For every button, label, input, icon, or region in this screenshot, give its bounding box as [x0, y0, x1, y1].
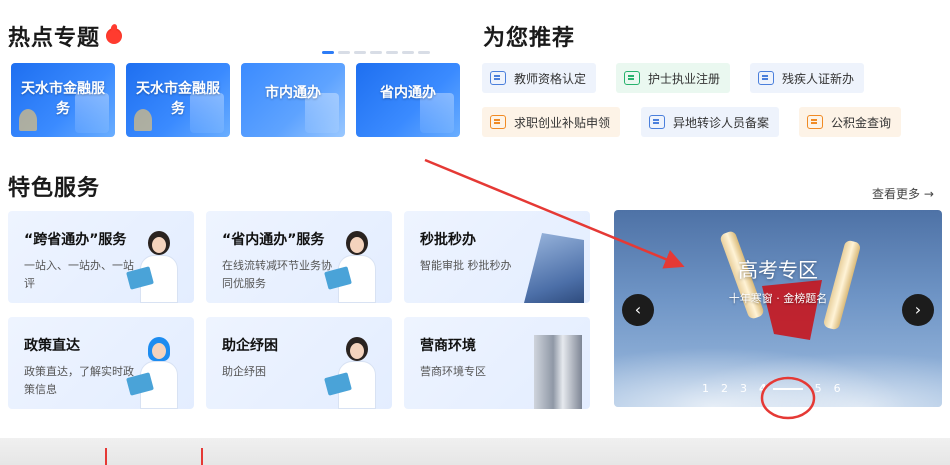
service-card-title: 营商环境: [420, 338, 476, 354]
flame-icon: [106, 28, 123, 44]
service-card-enterprise-relief[interactable]: 助企纾困 助企纾困: [206, 317, 392, 409]
banner-subtitle: 十年寒窗 · 金榜题名: [728, 292, 828, 305]
recommend-item-label: 护士执业注册: [648, 71, 721, 86]
recommend-item-label: 异地转诊人员备案: [673, 115, 770, 130]
person-illustration-icon: [324, 331, 382, 409]
hot-topic-card-label: 天水市金融服务: [21, 81, 105, 117]
pagination-dot[interactable]: [354, 51, 366, 54]
recommend-title: 为您推荐: [483, 26, 576, 51]
carousel-page[interactable]: 2: [721, 382, 728, 395]
gaokao-banner-carousel[interactable]: 高考专区 十年寒窗 · 金榜题名 ‹ › 1 2 3 4 5 6: [614, 210, 942, 407]
recommend-item-job-subsidy[interactable]: 求职创业补贴申领: [482, 107, 621, 137]
person-illustration-icon: [324, 225, 382, 303]
carousel-page-current[interactable]: 4: [759, 382, 767, 395]
card-icon: [807, 115, 823, 129]
service-card-cross-province[interactable]: “跨省通办”服务 一站入、一站办、一站评: [8, 211, 194, 303]
hot-topic-card[interactable]: 省内通办: [356, 63, 460, 137]
recommend-item-label: 求职创业补贴申领: [514, 115, 611, 130]
view-more-link[interactable]: 查看更多 →: [872, 185, 934, 202]
hot-topic-card-label: 省内通办: [380, 85, 436, 101]
recommend-item-label: 残疾人证新办: [782, 71, 855, 86]
hot-topics-title: 热点专题: [8, 20, 123, 52]
service-card-desc: 智能审批 秒批秒办: [420, 259, 512, 272]
carousel-pager[interactable]: 1 2 3 4 5 6: [702, 382, 841, 395]
recommend-item-fund-query[interactable]: 公积金查询: [799, 107, 902, 137]
house-icon: [624, 71, 640, 85]
recommend-item-nurse-registration[interactable]: 护士执业注册: [616, 63, 731, 93]
recommend-item-label: 公积金查询: [831, 115, 892, 130]
hot-topic-card[interactable]: 天水市金融服务: [126, 63, 230, 137]
hot-topic-card-label: 市内通办: [265, 85, 321, 101]
pagination-dot[interactable]: [402, 51, 414, 54]
service-card-title: “省内通办”服务: [222, 232, 325, 248]
hot-topic-card[interactable]: 市内通办: [241, 63, 345, 137]
service-card-title: 助企纾困: [222, 338, 278, 354]
recommend-item-disability-card[interactable]: 残疾人证新办: [750, 63, 865, 93]
cloud-illustration-icon: [614, 337, 942, 407]
carousel-page[interactable]: 1: [702, 382, 709, 395]
service-card-in-province[interactable]: “省内通办”服务 在线流转减环节业务协同优服务: [206, 211, 392, 303]
service-card-policy-direct[interactable]: 政策直达 政策直达，了解实时政策信息: [8, 317, 194, 409]
person-illustration-icon: [126, 225, 184, 303]
carousel-next-button[interactable]: ›: [902, 294, 934, 326]
carousel-current-indicator: [772, 387, 803, 390]
recommend-item-teacher-cert[interactable]: 教师资格认定: [482, 63, 597, 93]
briefcase-icon: [490, 115, 506, 129]
annotation-marker: [105, 448, 107, 465]
pagination-dot[interactable]: [386, 51, 398, 54]
carousel-prev-button[interactable]: ‹: [622, 294, 654, 326]
hot-topics-title-text: 热点专题: [8, 26, 101, 51]
service-card-desc: 营商环境专区: [420, 365, 486, 378]
document-icon: [649, 115, 665, 129]
service-card-business-environment[interactable]: 营商环境 营商环境专区: [404, 317, 590, 409]
recommend-item-label: 教师资格认定: [514, 71, 587, 86]
hot-topic-card[interactable]: 天水市金融服务: [11, 63, 115, 137]
carousel-page[interactable]: 6: [834, 382, 841, 395]
featured-services-title: 特色服务: [8, 176, 101, 201]
building-illustration-icon: [524, 233, 584, 303]
service-card-title: 秒批秒办: [420, 232, 476, 248]
service-card-desc: 在线流转减环节业务协同优服务: [222, 259, 332, 290]
recommend-item-referral-filing[interactable]: 异地转诊人员备案: [641, 107, 780, 137]
pagination-dot[interactable]: [322, 51, 334, 54]
carousel-page[interactable]: 3: [740, 382, 747, 395]
id-card-icon: [758, 71, 774, 85]
service-card-instant-approval[interactable]: 秒批秒办 智能审批 秒批秒办: [404, 211, 590, 303]
building-illustration-icon: [534, 335, 582, 409]
hot-topics-pagination[interactable]: [322, 51, 430, 54]
service-card-desc: 助企纾困: [222, 365, 266, 378]
service-card-desc: 一站入、一站办、一站评: [24, 259, 134, 290]
service-card-title: 政策直达: [24, 338, 80, 354]
certificate-icon: [490, 71, 506, 85]
service-card-title: “跨省通办”服务: [24, 232, 127, 248]
worker-illustration-icon: [126, 331, 184, 409]
bottom-nav-strip: [0, 438, 950, 465]
hot-topic-card-label: 天水市金融服务: [136, 81, 220, 117]
service-card-desc: 政策直达，了解实时政策信息: [24, 365, 134, 396]
banner-title: 高考专区: [738, 258, 818, 282]
annotation-marker: [201, 448, 203, 465]
pagination-dot[interactable]: [418, 51, 430, 54]
pagination-dot[interactable]: [338, 51, 350, 54]
red-ribbon-illustration-icon: [762, 280, 822, 340]
carousel-page[interactable]: 5: [815, 382, 822, 395]
pagination-dot[interactable]: [370, 51, 382, 54]
